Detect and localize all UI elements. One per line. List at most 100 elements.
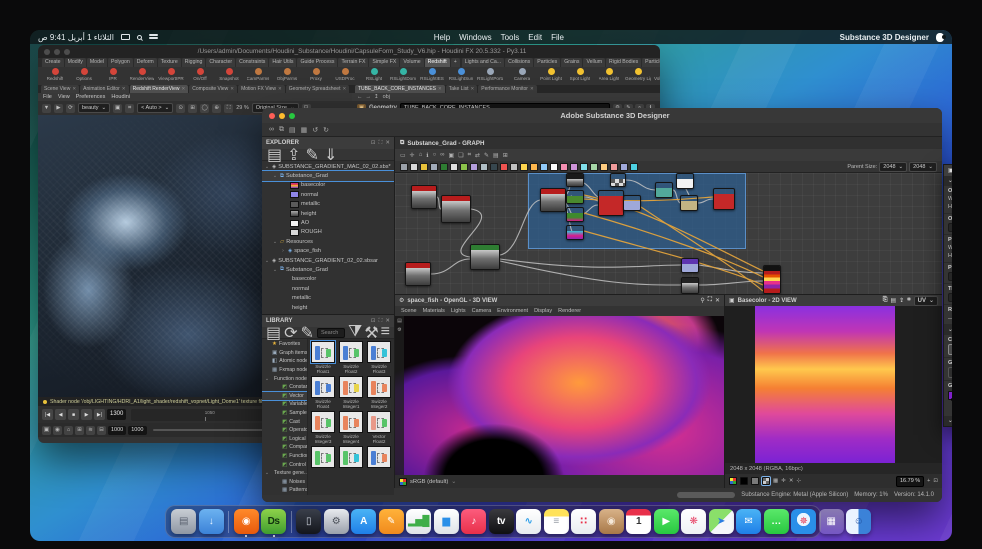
shelf-tab[interactable]: Particles bbox=[534, 58, 560, 67]
menu-item[interactable]: Camera bbox=[472, 308, 492, 314]
move-icon[interactable]: ✛ bbox=[410, 152, 415, 159]
shelf-tab[interactable]: Grains bbox=[561, 58, 582, 67]
nav-icon[interactable]: ↥ bbox=[374, 94, 379, 100]
library-category[interactable]: ◩ Variables bbox=[262, 400, 307, 409]
library-category[interactable]: ◩ Control bbox=[262, 460, 307, 469]
tree-row[interactable]: basecolor bbox=[262, 275, 394, 284]
redo-icon[interactable]: ↻ bbox=[323, 126, 329, 134]
library-category[interactable]: ▦ Noises bbox=[262, 478, 307, 487]
menu-item[interactable]: Windows bbox=[459, 33, 491, 42]
shelf-tab[interactable]: Hair Utils bbox=[269, 58, 296, 67]
view-2d-canvas[interactable] bbox=[725, 306, 942, 463]
pixel-ratio-dropdown[interactable]: Square⌄ bbox=[948, 272, 952, 281]
node-type-button[interactable] bbox=[480, 163, 488, 171]
lock-icon[interactable]: ⊙ bbox=[176, 104, 185, 113]
library-node-item[interactable] bbox=[366, 446, 392, 479]
center-icon[interactable]: ✛ bbox=[781, 478, 786, 484]
copy-icon[interactable]: ⎘ bbox=[883, 297, 888, 304]
transport-button[interactable]: ■ bbox=[68, 409, 79, 420]
layout-icon[interactable]: ▤ bbox=[493, 152, 499, 159]
node-type-button[interactable] bbox=[570, 163, 578, 171]
node-type-button[interactable] bbox=[630, 163, 638, 171]
camera-dropdown[interactable]: < Auto >⌄ bbox=[137, 103, 173, 113]
tree-row[interactable]: metallic bbox=[262, 293, 394, 302]
edit-icon[interactable]: ✎ bbox=[484, 152, 489, 159]
expander-icon[interactable]: ⌄ bbox=[264, 164, 270, 170]
graph-node[interactable] bbox=[655, 182, 673, 198]
shelf-tool-button[interactable]: Geometry Light bbox=[625, 68, 651, 81]
checker-background-chip[interactable] bbox=[762, 477, 770, 485]
graph-node[interactable] bbox=[566, 190, 584, 204]
node-type-button[interactable] bbox=[510, 163, 518, 171]
color-mode-button[interactable]: Color bbox=[948, 344, 952, 355]
dock-item-contacts[interactable]: ◉ bbox=[599, 509, 624, 534]
library-category[interactable]: ◧ Atomic nodes bbox=[262, 357, 307, 366]
node-type-button[interactable] bbox=[560, 163, 568, 171]
node-type-button[interactable] bbox=[550, 163, 558, 171]
camera-icon[interactable]: ▣ bbox=[113, 104, 122, 113]
shelf-tab[interactable]: Model bbox=[87, 58, 107, 67]
shelf-tool-button[interactable]: On/Off bbox=[187, 68, 213, 81]
node-type-button[interactable] bbox=[430, 163, 438, 171]
shelf-tab[interactable]: Rigid Bodies bbox=[606, 58, 641, 67]
active-app-name[interactable]: Substance 3D Designer bbox=[840, 33, 929, 42]
comment-icon[interactable]: ❏ bbox=[458, 152, 463, 159]
graph-node[interactable] bbox=[713, 188, 735, 210]
houdini-traffic-lights[interactable] bbox=[44, 49, 70, 55]
library-category[interactable]: ▦ Fxmap nodes bbox=[262, 366, 307, 375]
dock-item-downloads[interactable]: ↓ bbox=[199, 509, 224, 534]
close-tab-icon[interactable]: ✕ bbox=[72, 86, 76, 92]
dock-item-launchpad[interactable]: ▦ bbox=[819, 509, 844, 534]
pane-tab[interactable]: Redshift RenderView✕ bbox=[130, 85, 189, 93]
shelf-tab[interactable]: Guide Process bbox=[297, 58, 337, 67]
menu-item[interactable]: Environment bbox=[497, 308, 528, 314]
pane-tab[interactable]: Composite View✕ bbox=[189, 85, 237, 93]
graph-node[interactable] bbox=[680, 195, 698, 211]
range-end-field[interactable]: 1000 bbox=[128, 426, 146, 435]
graph-node[interactable] bbox=[598, 190, 624, 216]
current-frame-field[interactable]: 1300 bbox=[107, 409, 126, 420]
tree-row[interactable]: normal bbox=[262, 190, 394, 199]
close-tab-icon[interactable]: ✕ bbox=[471, 86, 475, 92]
library-category[interactable]: ▣ Graph items bbox=[262, 349, 307, 358]
zoom-icon[interactable]: ⊕ bbox=[212, 104, 221, 113]
transport-button[interactable]: ▶| bbox=[94, 409, 105, 420]
dock-item-app-store[interactable]: A bbox=[351, 509, 376, 534]
dock-item-messages[interactable]: … bbox=[764, 509, 789, 534]
library-node-item[interactable]: Swizzle Integer3 bbox=[310, 411, 336, 444]
library-node-item[interactable]: Swizzle Integer4 bbox=[338, 411, 364, 444]
graph-node[interactable] bbox=[610, 173, 626, 187]
library-category[interactable]: ★ Favorites bbox=[262, 340, 307, 349]
library-category[interactable]: ◩ Cast bbox=[262, 417, 307, 426]
menu-item[interactable]: Lights bbox=[451, 308, 466, 314]
dock-item-calendar[interactable]: 1 bbox=[626, 509, 651, 534]
shelf-tool-button[interactable]: Point Light bbox=[538, 68, 564, 81]
shelf-tab[interactable]: Simple FX bbox=[369, 58, 399, 67]
transport-button[interactable]: ▶ bbox=[81, 409, 92, 420]
repeat-button[interactable]: Repeat bbox=[948, 367, 952, 378]
graph-node[interactable] bbox=[441, 195, 471, 223]
dock-item-safari[interactable]: ✵ bbox=[791, 509, 816, 534]
dock-item-system-settings[interactable]: ⚙ bbox=[324, 509, 349, 534]
tiling-icon[interactable]: ▦ bbox=[773, 478, 778, 484]
menu-item[interactable]: Preferences bbox=[76, 94, 106, 100]
circle-icon[interactable]: ◯ bbox=[200, 104, 209, 113]
tree-row[interactable]: ⌄ ▱ Resources bbox=[262, 237, 394, 246]
graph-node[interactable] bbox=[566, 173, 584, 187]
library-node-item[interactable]: Swizzle Integer1 bbox=[338, 376, 364, 409]
pane-tab[interactable]: Motion FX View✕ bbox=[238, 85, 285, 93]
menu-item[interactable]: Scene bbox=[401, 308, 417, 314]
library-category[interactable]: ◩ Operator bbox=[262, 426, 307, 435]
library-node-item[interactable]: Swizzle Float4 bbox=[310, 376, 336, 409]
shelf-tool-button[interactable]: Area Light bbox=[596, 68, 622, 81]
library-node-item[interactable]: Swizzle Integer2 bbox=[366, 376, 392, 409]
shelf-tool-button[interactable]: RSLightIES bbox=[419, 68, 445, 81]
shelf-tool-button[interactable]: RSLightSun bbox=[448, 68, 474, 81]
dock-item-numbers[interactable]: ▂▅█ bbox=[406, 509, 431, 534]
tree-row[interactable]: metallic bbox=[262, 200, 394, 209]
graph-node[interactable] bbox=[681, 258, 699, 273]
transport-button[interactable]: ◀ bbox=[55, 409, 66, 420]
dock-item-photos[interactable]: ❋ bbox=[681, 509, 706, 534]
library-node-item[interactable]: Vector Float2 bbox=[366, 411, 392, 444]
library-category[interactable]: ◩ Logical bbox=[262, 435, 307, 444]
